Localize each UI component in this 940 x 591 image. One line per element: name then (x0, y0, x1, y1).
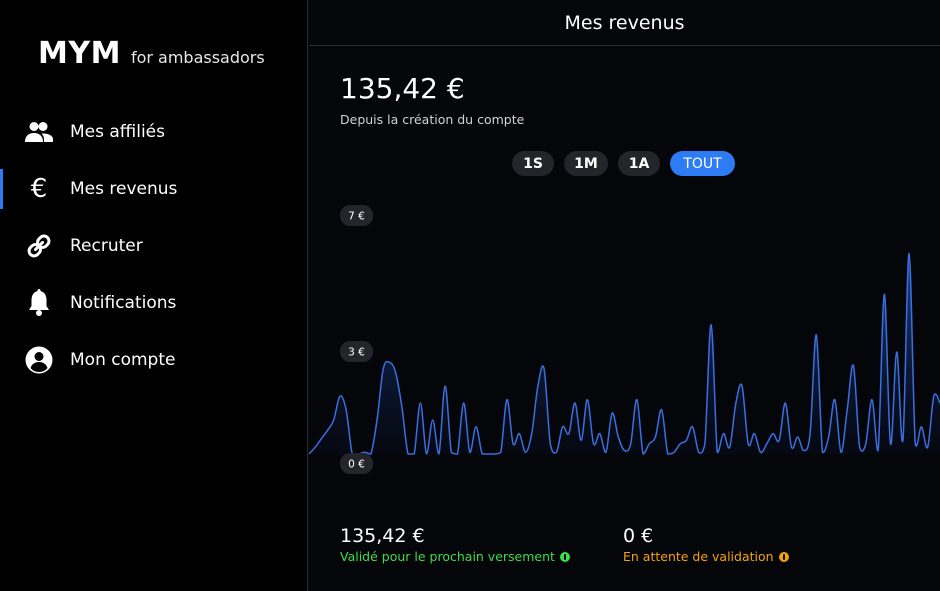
sidebar: MYM for ambassadors Mes affiliés € Mes r… (0, 0, 308, 591)
account-circle-icon (24, 345, 54, 375)
sidebar-item-notifications[interactable]: Notifications (0, 281, 307, 325)
link-icon (24, 231, 54, 261)
page-header: Mes revenus (309, 0, 940, 46)
sidebar-item-label: Mes affiliés (70, 122, 166, 142)
svg-text:0 €: 0 € (348, 459, 365, 471)
svg-text:3 €: 3 € (348, 347, 365, 359)
validated-amount: 135,42 € (340, 525, 425, 547)
bell-icon (24, 288, 54, 318)
euro-icon: € (30, 174, 48, 204)
sidebar-item-label: Notifications (70, 293, 177, 313)
y-tick-label: 3 € (340, 341, 373, 362)
revenue-chart: 7 € 3 € 0 € (309, 205, 940, 474)
info-icon[interactable] (778, 551, 789, 562)
info-icon[interactable] (559, 551, 570, 562)
sidebar-item-mes-revenus[interactable]: € Mes revenus (0, 167, 307, 211)
y-tick-label: 7 € (340, 205, 373, 226)
y-tick-label: 0 € (340, 453, 373, 474)
pending-caption-text: En attente de validation (623, 549, 774, 564)
brand-tagline: for ambassadors (130, 48, 265, 67)
sidebar-item-mon-compte[interactable]: Mon compte (0, 338, 307, 382)
sidebar-item-label: Mon compte (70, 350, 176, 370)
brand-name: MYM (38, 36, 121, 71)
sidebar-item-mes-affilies[interactable]: Mes affiliés (0, 110, 307, 154)
pending-caption: En attente de validation (623, 549, 789, 564)
svg-text:7 €: 7 € (348, 211, 365, 223)
users-icon (24, 117, 54, 147)
sidebar-item-label: Recruter (70, 236, 143, 256)
page-title: Mes revenus (564, 11, 685, 34)
pending-amount: 0 € (623, 525, 654, 547)
validated-caption: Validé pour le prochain versement (340, 549, 570, 564)
total-revenue: 135,42 € (340, 72, 465, 105)
revenue-line (309, 252, 940, 455)
sidebar-item-label: Mes revenus (70, 179, 178, 199)
validated-caption-text: Validé pour le prochain versement (340, 549, 555, 564)
sidebar-item-recruter[interactable]: Recruter (0, 224, 307, 268)
brand-logo[interactable]: MYM for ambassadors (38, 36, 265, 71)
total-revenue-caption: Depuis la création du compte (340, 112, 525, 127)
